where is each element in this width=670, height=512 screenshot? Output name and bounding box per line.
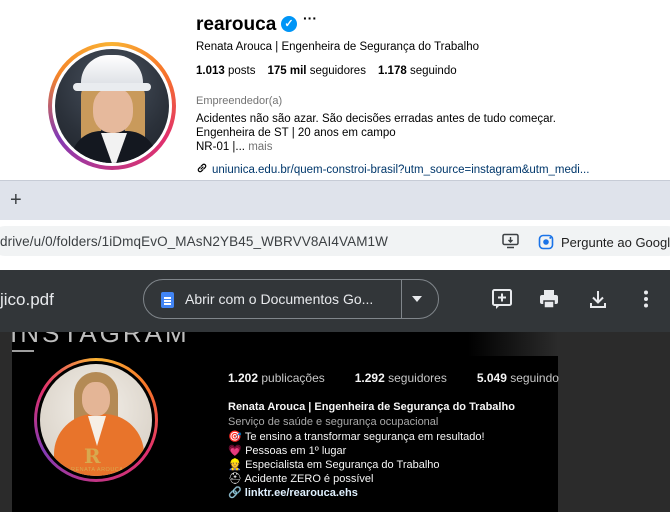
- avatar-photo: [55, 49, 169, 163]
- instagram-wordmark: INSTAGRAM: [10, 332, 190, 348]
- wordmark-underline: [12, 350, 34, 352]
- bio-more-link[interactable]: mais: [248, 141, 272, 153]
- link-icon: [196, 162, 208, 177]
- helmet-icon: ⛑: [228, 473, 242, 485]
- pdf-profile-link: 🔗 linktr.ee/rearouca.ehs: [228, 487, 358, 499]
- bio-line: 🎯 Te ensino a transformar segurança em r…: [228, 431, 485, 443]
- profile-category: Empreendedor(a): [196, 95, 283, 107]
- pdf-toolbar: jico.pdf Abrir com o Documentos Go...: [0, 270, 670, 332]
- profile-website-link[interactable]: uniunica.edu.br/quem-constroi-brasil?utm…: [196, 162, 589, 177]
- open-with-docs-button[interactable]: Abrir com o Documentos Go...: [143, 279, 439, 319]
- bio-line: ⛑ Acidente ZERO é possível: [228, 473, 374, 485]
- download-icon[interactable]: [587, 288, 609, 310]
- more-options-icon[interactable]: ···: [303, 10, 317, 26]
- worker-icon: 👷: [228, 459, 242, 471]
- chevron-down-icon[interactable]: [412, 296, 422, 302]
- profile-stats: 1.013 posts 175 mil seguidores 1.178 seg…: [196, 65, 457, 77]
- following-count[interactable]: 1.178 seguindo: [378, 65, 457, 77]
- profile-avatar[interactable]: [48, 42, 176, 170]
- profile-full-name: Renata Arouca | Engenheira de Segurança …: [196, 41, 480, 53]
- verified-badge-icon: ✓: [281, 16, 297, 32]
- ask-google-label: Pergunte ao Googl: [561, 234, 670, 250]
- screenshot: rearouca ✓ ··· Renata Arouca | Engenheir…: [0, 0, 670, 512]
- posts-count: 1.202 publicações: [228, 371, 325, 385]
- ask-google-button[interactable]: Pergunte ao Googl: [538, 234, 670, 250]
- instagram-profile-header: rearouca ✓ ··· Renata Arouca | Engenheir…: [0, 0, 670, 180]
- pdf-document-area[interactable]: INSTAGRAM R RENATA AROUCA 1.202 publicaç…: [0, 332, 670, 512]
- open-with-label: Abrir com o Documentos Go...: [185, 291, 374, 307]
- ra-logo: R: [84, 444, 101, 468]
- followers-count: 1.292 seguidores: [354, 371, 447, 385]
- url-text[interactable]: drive/u/0/folders/1iDmqEvO_MAsN2YB45_WBR…: [0, 234, 388, 249]
- link-icon: 🔗: [228, 487, 242, 499]
- bio-line: Acidentes não são azar. São decisões err…: [196, 113, 556, 125]
- target-icon: 🎯: [228, 431, 242, 443]
- heart-icon: 💗: [228, 445, 242, 457]
- google-lens-icon: [538, 234, 554, 250]
- ra-logo-text: RENATA AROUCA: [71, 467, 124, 473]
- pdf-profile-name: Renata Arouca | Engenheira de Segurança …: [228, 401, 515, 413]
- pdf-filename: jico.pdf: [0, 290, 54, 309]
- pdf-profile-bio: 🎯 Te ensino a transformar segurança em r…: [228, 430, 485, 486]
- website-url: uniunica.edu.br/quem-constroi-brasil?utm…: [212, 163, 590, 176]
- google-docs-icon: [161, 292, 174, 308]
- avatar-photo: R RENATA AROUCA: [40, 364, 152, 476]
- browser-tab-bar: +: [0, 180, 670, 220]
- button-separator: [401, 280, 402, 318]
- add-comment-icon[interactable]: [491, 288, 513, 310]
- pdf-page: INSTAGRAM R RENATA AROUCA 1.202 publicaç…: [10, 332, 559, 512]
- posts-count: 1.013 posts: [196, 65, 256, 77]
- bio-line: 💗 Pessoas em 1º lugar: [228, 445, 347, 457]
- pdf-profile-category: Serviço de saúde e segurança ocupacional: [228, 416, 439, 428]
- print-icon[interactable]: [538, 288, 560, 310]
- profile-username[interactable]: rearouca: [196, 14, 276, 36]
- new-tab-icon[interactable]: +: [10, 189, 22, 212]
- pdf-profile-stats: 1.202 publicações 1.292 seguidores 5.049…: [228, 371, 559, 385]
- more-vert-icon[interactable]: [635, 288, 657, 310]
- bio-line: NR-01 |...: [196, 141, 245, 153]
- profile-bio: Acidentes não são azar. São decisões err…: [196, 112, 556, 154]
- install-app-icon[interactable]: [502, 233, 520, 249]
- browser-address-bar: drive/u/0/folders/1iDmqEvO_MAsN2YB45_WBR…: [0, 220, 670, 264]
- following-count: 5.049 seguindo: [476, 371, 559, 385]
- followers-count[interactable]: 175 mil seguidores: [267, 65, 365, 77]
- bio-line: Engenheira de ST | 20 anos em campo: [196, 127, 396, 139]
- pdf-profile-avatar: R RENATA AROUCA: [34, 358, 158, 482]
- bio-line: 👷 Especialista em Segurança do Trabalho: [228, 459, 440, 471]
